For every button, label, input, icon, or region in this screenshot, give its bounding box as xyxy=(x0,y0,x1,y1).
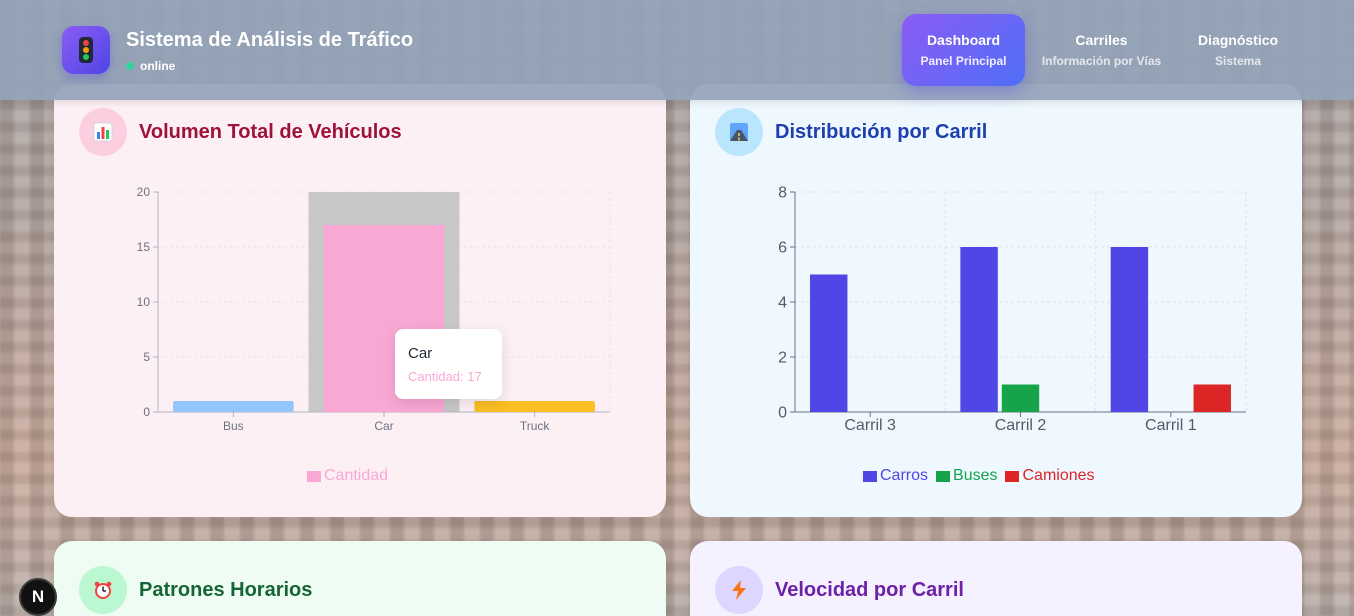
y-tick-label: 20 xyxy=(137,185,151,199)
volume-chart-legend: Cantidad xyxy=(307,467,388,485)
nav-dashboard-label: Dashboard xyxy=(926,32,1001,48)
volume-card: Volumen Total de Vehículos 0 5 10 15 20 Bus Ca… xyxy=(54,84,666,517)
lane-distribution-card: Distribución por Carril 0 2 4 6 8 Carril 3 Car… xyxy=(690,84,1302,517)
legend-swatch xyxy=(936,470,951,482)
nav-diagnostico-sub: Sistema xyxy=(1214,54,1262,68)
legend-swatch xyxy=(1005,470,1020,482)
legend-item: Cantidad xyxy=(307,467,388,485)
lane-speed-title: Velocidad por Carril xyxy=(775,579,964,601)
status-indicator: online xyxy=(126,59,175,73)
app-title: Sistema de Análisis de Tráfico xyxy=(126,29,414,51)
chart-tooltip: Car Cantidad: 17 xyxy=(395,329,502,399)
y-tick-label: 5 xyxy=(143,350,150,364)
nav-dashboard-sub: Panel Principal xyxy=(920,54,1007,68)
bar xyxy=(1110,247,1149,412)
bar xyxy=(474,401,595,412)
legend-label: Buses xyxy=(953,467,998,484)
legend-label: Cantidad xyxy=(324,467,389,484)
x-tick-label: Truck xyxy=(520,419,551,433)
lightning-icon xyxy=(715,566,763,614)
x-tick-label: Carril 2 xyxy=(995,417,1047,434)
tooltip-value: Cantidad: 17 xyxy=(408,369,482,384)
lane-chart-legend: Carros Buses Camiones xyxy=(863,467,1095,485)
nextjs-dev-badge[interactable]: N xyxy=(19,578,57,616)
traffic-light-icon xyxy=(62,26,110,74)
nav-diagnostico-label: Diagnóstico xyxy=(1197,32,1279,48)
x-tick-label: Car xyxy=(374,419,393,433)
status-dot-icon xyxy=(126,62,134,70)
y-tick-label: 2 xyxy=(778,349,787,366)
nav-carriles-sub: Información por Vías xyxy=(1041,54,1162,68)
nav-carriles-label: Carriles xyxy=(1075,32,1128,48)
bar xyxy=(960,247,998,412)
bar xyxy=(810,274,848,412)
legend-label: Carros xyxy=(880,467,929,484)
legend-item: Carros xyxy=(863,467,928,485)
x-tick-label: Carril 3 xyxy=(844,417,896,434)
top-header: Sistema de Análisis de Tráfico online Da… xyxy=(0,0,1354,100)
x-tick-label: Carril 1 xyxy=(1145,417,1197,434)
nav-carriles[interactable]: Carriles Información por Vías xyxy=(1034,14,1169,86)
y-tick-label: 0 xyxy=(778,404,787,421)
volume-bar-chart: 0 5 10 15 20 Bus Car Truck xyxy=(137,185,611,433)
y-tick-label: 0 xyxy=(143,405,150,419)
lane-distribution-chart: 0 2 4 6 8 Carril 3 Carril 2 Carril 1 xyxy=(778,184,1247,434)
y-tick-label: 4 xyxy=(778,294,787,311)
y-tick-label: 8 xyxy=(778,184,787,201)
x-tick-label: Bus xyxy=(223,419,244,433)
legend-swatch xyxy=(307,470,321,482)
bar xyxy=(1193,384,1231,412)
bar xyxy=(1001,384,1040,412)
y-tick-label: 15 xyxy=(137,240,151,254)
nav-diagnostico[interactable]: Diagnóstico Sistema xyxy=(1183,14,1293,86)
bar xyxy=(173,401,294,412)
y-tick-label: 6 xyxy=(778,239,787,256)
legend-label: Camiones xyxy=(1022,467,1095,484)
legend-item: Camiones xyxy=(1005,467,1095,485)
hourly-patterns-card: Patrones Horarios xyxy=(54,541,666,616)
nav-dashboard[interactable]: Dashboard Panel Principal xyxy=(902,14,1025,86)
alarm-clock-icon xyxy=(79,566,127,614)
y-tick-label: 10 xyxy=(137,295,151,309)
legend-item: Buses xyxy=(936,467,997,485)
tooltip-title: Car xyxy=(408,345,433,362)
legend-swatch xyxy=(863,470,877,482)
status-text: online xyxy=(140,59,176,73)
lane-speed-card: Velocidad por Carril xyxy=(690,541,1302,616)
hourly-patterns-title: Patrones Horarios xyxy=(139,579,313,601)
